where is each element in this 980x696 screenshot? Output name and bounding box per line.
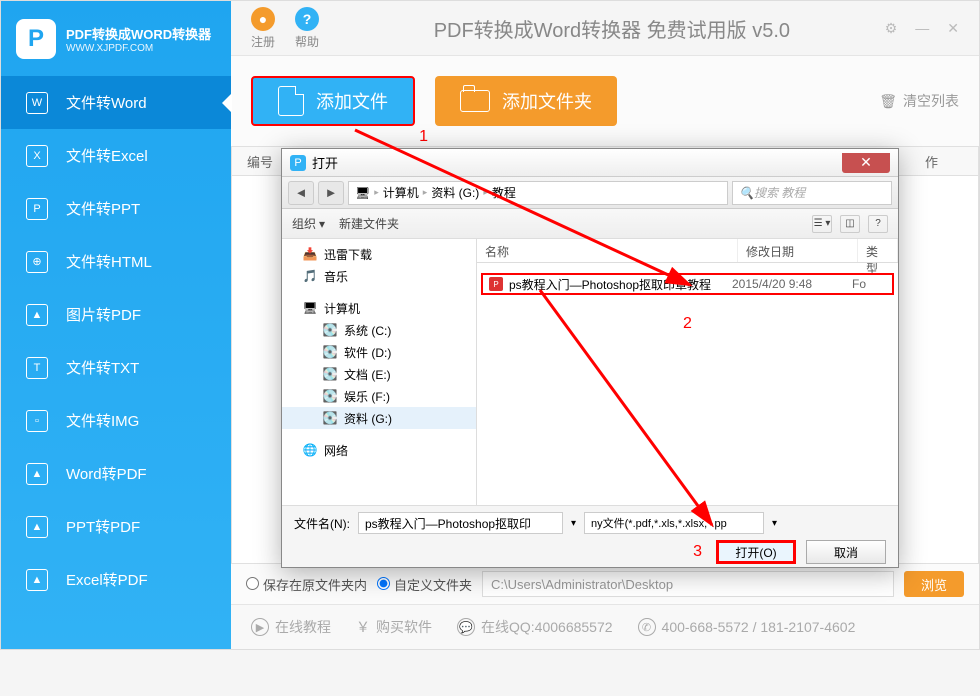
sidebar-icon: T xyxy=(26,357,48,379)
sidebar-item-3[interactable]: ⊕文件转HTML xyxy=(1,235,231,288)
tree-drive: 💽系统 (C:) xyxy=(282,319,476,341)
sidebar-icon: P xyxy=(26,198,48,220)
pdf-icon: P xyxy=(489,277,503,291)
output-path-input[interactable] xyxy=(482,571,894,597)
sidebar-item-1[interactable]: X文件转Excel xyxy=(1,129,231,182)
file-icon xyxy=(278,86,304,116)
user-icon: ● xyxy=(251,7,275,31)
tree-computer: 🖥计算机 xyxy=(282,297,476,319)
file-list: Pps教程入门—Photoshop抠取印章教程 2015/4/20 9:48 F… xyxy=(477,263,898,505)
settings-icon[interactable]: ⚙ xyxy=(885,20,898,37)
header: ● 注册 ? 帮助 PDF转换成Word转换器 免费试用版 v5.0 ⚙ — ✕ xyxy=(231,1,979,56)
yen-icon: ￥ xyxy=(356,617,370,637)
tree-drive: 💽娱乐 (F:) xyxy=(282,385,476,407)
search-input[interactable]: 🔍 搜索 教程 xyxy=(732,181,892,205)
tree-item: 📥迅雷下载 xyxy=(282,243,476,265)
sidebar-icon: ▲ xyxy=(26,304,48,326)
breadcrumb[interactable]: 🖥▸ 计算机▸ 资料 (G:)▸ 教程 xyxy=(348,181,728,205)
qq-contact[interactable]: 💬在线QQ:4006685572 xyxy=(457,617,613,637)
sidebar-item-6[interactable]: ▫文件转IMG xyxy=(1,394,231,447)
file-list-header: 名称 修改日期 类型 xyxy=(477,239,898,263)
sidebar-item-4[interactable]: ▲图片转PDF xyxy=(1,288,231,341)
help-icon-button[interactable]: ? xyxy=(868,215,888,233)
new-folder-button[interactable]: 新建文件夹 xyxy=(339,215,399,232)
preview-pane-button[interactable]: ◫ xyxy=(840,215,860,233)
app-title: PDF转换成Word转换器 免费试用版 v5.0 xyxy=(339,14,885,43)
toolbar: 添加文件 1 添加文件夹 🗑 清空列表 xyxy=(231,56,979,146)
sidebar-icon: ▲ xyxy=(26,463,48,485)
view-mode-button[interactable]: ☰ ▾ xyxy=(812,215,832,233)
filename-input[interactable] xyxy=(358,512,563,534)
browse-button[interactable]: 浏览 xyxy=(904,571,964,597)
dialog-close-button[interactable]: ✕ xyxy=(842,153,890,173)
tree-drive: 💽文档 (E:) xyxy=(282,363,476,385)
sidebar-item-8[interactable]: ▲PPT转PDF xyxy=(1,500,231,553)
output-row: 保存在原文件夹内 自定义文件夹 浏览 xyxy=(231,564,979,604)
dialog-open-button[interactable]: 打开(O) xyxy=(716,540,796,564)
add-folder-button[interactable]: 添加文件夹 xyxy=(435,76,617,126)
open-file-dialog: P 打开 ✕ ◄ ► 🖥▸ 计算机▸ 资料 (G:)▸ 教程 🔍 搜索 教程 组… xyxy=(281,148,899,568)
dialog-app-icon: P xyxy=(290,155,306,171)
logo-title: PDF转换成WORD转换器 xyxy=(66,24,211,43)
annotation-1: 1 xyxy=(419,128,428,146)
col-action: 作 xyxy=(925,152,938,171)
sidebar-item-2[interactable]: P文件转PPT xyxy=(1,182,231,235)
help-icon: ? xyxy=(295,7,319,31)
nav-forward-button[interactable]: ► xyxy=(318,181,344,205)
tree-item: 🎵音乐 xyxy=(282,265,476,287)
sidebar-item-7[interactable]: ▲Word转PDF xyxy=(1,447,231,500)
dialog-cancel-button[interactable]: 取消 xyxy=(806,540,886,564)
organize-button[interactable]: 组织 ▾ xyxy=(292,215,325,232)
register-button[interactable]: ● 注册 xyxy=(251,7,275,50)
folder-tree[interactable]: 📥迅雷下载 🎵音乐 🖥计算机 💽系统 (C:) 💽软件 (D:) 💽文档 (E:… xyxy=(282,239,477,505)
computer-icon: 🖥 xyxy=(355,186,370,200)
play-icon: ▶ xyxy=(251,618,269,636)
help-button[interactable]: ? 帮助 xyxy=(295,7,319,50)
annotation-3: 3 xyxy=(693,543,702,561)
custom-folder-radio[interactable]: 自定义文件夹 xyxy=(377,575,472,594)
sidebar-item-5[interactable]: T文件转TXT xyxy=(1,341,231,394)
chat-icon: 💬 xyxy=(457,618,475,636)
sidebar-icon: X xyxy=(26,145,48,167)
sidebar-icon: ▲ xyxy=(26,516,48,538)
col-number: 编号 xyxy=(247,152,273,171)
tree-drive: 💽软件 (D:) xyxy=(282,341,476,363)
phone-icon: ✆ xyxy=(638,618,656,636)
dialog-nav: ◄ ► 🖥▸ 计算机▸ 资料 (G:)▸ 教程 🔍 搜索 教程 xyxy=(282,177,898,209)
dialog-titlebar[interactable]: P 打开 ✕ xyxy=(282,149,898,177)
file-filter-dropdown[interactable] xyxy=(584,512,764,534)
sidebar-icon: ▲ xyxy=(26,569,48,591)
tree-network: 🌐网络 xyxy=(282,439,476,461)
logo-icon: P xyxy=(16,19,56,59)
sidebar: P PDF转换成WORD转换器 WWW.XJPDF.COM W文件转WordX文… xyxy=(1,1,231,649)
tutorial-link[interactable]: ▶在线教程 xyxy=(251,617,331,637)
keep-folder-radio[interactable]: 保存在原文件夹内 xyxy=(246,575,367,594)
sidebar-icon: ⊕ xyxy=(26,251,48,273)
buy-link[interactable]: ￥购买软件 xyxy=(356,617,432,637)
sidebar-item-0[interactable]: W文件转Word xyxy=(1,76,231,129)
sidebar-item-9[interactable]: ▲Excel转PDF xyxy=(1,553,231,606)
close-icon[interactable]: ✕ xyxy=(947,20,959,37)
logo-url: WWW.XJPDF.COM xyxy=(66,43,211,54)
dialog-toolbar: 组织 ▾ 新建文件夹 ☰ ▾ ◫ ? xyxy=(282,209,898,239)
tree-drive: 💽资料 (G:) xyxy=(282,407,476,429)
clear-list-button[interactable]: 🗑 清空列表 xyxy=(879,91,959,111)
minimize-icon[interactable]: — xyxy=(915,20,929,37)
annotation-2: 2 xyxy=(477,315,898,333)
trash-icon: 🗑 xyxy=(879,93,897,110)
sidebar-icon: ▫ xyxy=(26,410,48,432)
footer: ▶在线教程 ￥购买软件 💬在线QQ:4006685572 ✆400-668-55… xyxy=(231,604,979,649)
add-file-button[interactable]: 添加文件 1 xyxy=(251,76,415,126)
phone-contact[interactable]: ✆400-668-5572 / 181-2107-4602 xyxy=(638,618,856,636)
nav-back-button[interactable]: ◄ xyxy=(288,181,314,205)
filename-label: 文件名(N): xyxy=(294,515,350,532)
file-row[interactable]: Pps教程入门—Photoshop抠取印章教程 2015/4/20 9:48 F… xyxy=(481,273,894,295)
sidebar-icon: W xyxy=(26,92,48,114)
logo: P PDF转换成WORD转换器 WWW.XJPDF.COM xyxy=(1,1,231,76)
dialog-footer: 文件名(N): ▾ ▾ 3 打开(O) 取消 xyxy=(282,505,898,567)
folder-icon xyxy=(460,90,490,112)
